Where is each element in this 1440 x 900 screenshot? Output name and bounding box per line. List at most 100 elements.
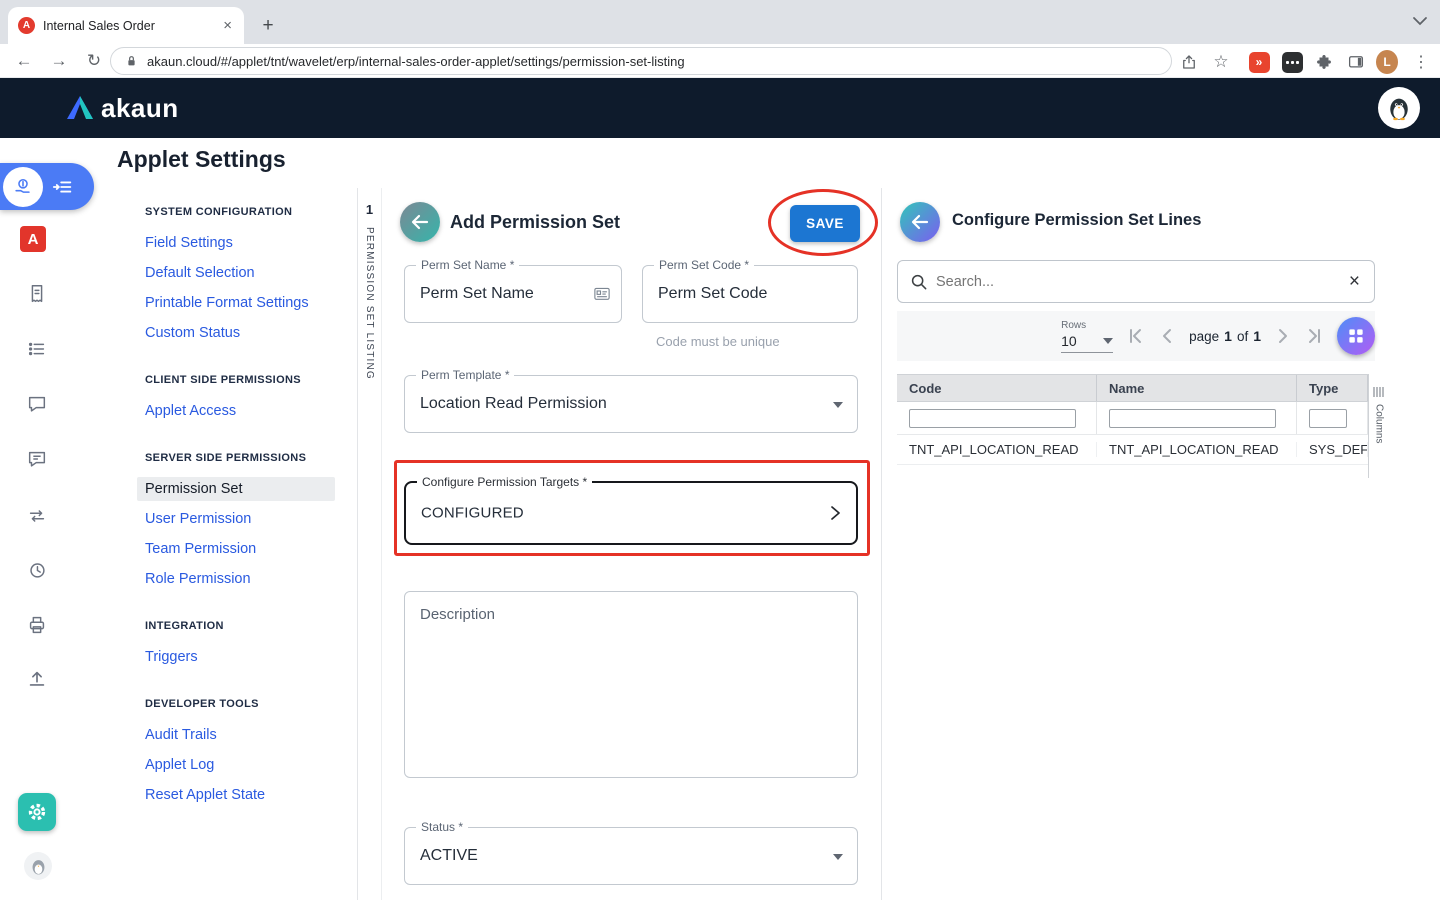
prev-page-button[interactable] (1157, 326, 1177, 346)
configure-permission-set-lines-panel: Configure Permission Set Lines × Rows 10… (882, 188, 1440, 900)
extension-red-icon[interactable]: » (1248, 51, 1270, 73)
grid-view-toggle-button[interactable] (1337, 317, 1375, 355)
sidebar-item-default-selection[interactable]: Default Selection (137, 261, 335, 285)
vertical-tab-number: 1 (358, 202, 381, 217)
app-navbar: akaun (0, 78, 1440, 138)
list-icon[interactable] (26, 338, 48, 360)
filter-name-input[interactable] (1109, 409, 1276, 428)
page-title: Applet Settings (117, 146, 286, 173)
grid-icon (1347, 327, 1365, 345)
cell-type: SYS_DEF_ (1297, 442, 1368, 457)
chat-icon[interactable] (26, 393, 48, 415)
form-back-button[interactable] (400, 202, 440, 242)
history-icon[interactable] (26, 559, 48, 581)
perm-template-select[interactable]: Perm Template * Location Read Permission (404, 375, 858, 433)
forward-button[interactable]: → (45, 44, 73, 78)
browser-menu-kebab-icon[interactable]: ⋮ (1410, 51, 1432, 73)
perm-template-value: Location Read Permission (420, 395, 607, 413)
code-unique-hint: Code must be unique (656, 334, 780, 349)
sidebar-item-role-permission[interactable]: Role Permission (137, 567, 335, 591)
sidebar-item-permission-set[interactable]: Permission Set (137, 477, 335, 501)
share-icon[interactable] (1178, 51, 1200, 73)
bookmark-star-icon[interactable]: ☆ (1210, 51, 1232, 73)
browser-tab[interactable]: A Internal Sales Order × (8, 7, 244, 44)
sidebar-item-reset-applet-state[interactable]: Reset Applet State (137, 783, 335, 807)
panel-back-button[interactable] (900, 202, 940, 242)
sidebar-item-custom-status[interactable]: Custom Status (137, 321, 335, 345)
drag-handle-icon (1372, 386, 1386, 398)
first-page-button[interactable] (1125, 326, 1145, 346)
permission-lines-table: Code Name Type TNT_API_LOCATION_READ TNT… (897, 374, 1368, 465)
browser-toolbar: ← → ↻ akaun.cloud/#/applet/tnt/wavelet/e… (0, 44, 1440, 78)
user-avatar-penguin[interactable] (1378, 87, 1420, 129)
vertical-tab-permission-set-listing[interactable]: 1 PERMISSION SET LISTING (357, 188, 382, 900)
perm-set-code-field[interactable]: Perm Set Code * Perm Set Code (642, 265, 858, 323)
reload-button[interactable]: ↻ (80, 44, 108, 78)
tab-close-icon[interactable]: × (219, 17, 236, 34)
rows-label: Rows (1061, 320, 1113, 331)
description-textarea[interactable]: Description (404, 591, 858, 778)
filter-code-input[interactable] (909, 409, 1076, 428)
sidebar-item-applet-access[interactable]: Applet Access (137, 399, 335, 423)
back-button[interactable]: ← (10, 44, 38, 78)
section-header-developer-tools: DEVELOPER TOOLS (137, 698, 335, 710)
save-button[interactable]: SAVE (790, 205, 860, 242)
invoice-icon[interactable] (26, 283, 48, 305)
akaun-logo[interactable]: akaun (66, 93, 179, 124)
header-name: Name (1097, 375, 1297, 401)
next-page-button[interactable] (1273, 326, 1293, 346)
extension-dark-icon[interactable] (1281, 51, 1303, 73)
upload-icon[interactable] (26, 668, 48, 690)
transfer-pill-widget[interactable] (0, 163, 94, 210)
settings-gear-button[interactable] (18, 793, 56, 831)
extensions-puzzle-icon[interactable] (1313, 51, 1335, 73)
rows-per-page-select[interactable]: Rows 10 (1061, 320, 1113, 353)
status-label: Status * (416, 820, 468, 834)
page-current: 1 (1224, 328, 1232, 344)
sidebar-item-applet-log[interactable]: Applet Log (137, 753, 335, 777)
columns-config-handle[interactable]: Columns (1368, 374, 1389, 478)
penguin-shortcut[interactable] (24, 852, 52, 880)
page-indicator: page1of1 (1189, 328, 1261, 344)
perm-set-code-value: Perm Set Code (658, 285, 767, 303)
badge-picker-icon[interactable] (593, 285, 611, 303)
sidebar-item-field-settings[interactable]: Field Settings (137, 231, 335, 255)
sidebar-item-audit-trails[interactable]: Audit Trails (137, 723, 335, 747)
sidebar-item-user-permission[interactable]: User Permission (137, 507, 335, 531)
search-box[interactable]: × (897, 260, 1375, 303)
side-panel-icon[interactable] (1345, 51, 1367, 73)
browser-profile-avatar[interactable]: L (1376, 51, 1398, 73)
table-row[interactable]: TNT_API_LOCATION_READ TNT_API_LOCATION_R… (897, 435, 1368, 465)
url-bar[interactable]: akaun.cloud/#/applet/tnt/wavelet/erp/int… (110, 47, 1172, 75)
search-input[interactable] (936, 274, 1347, 290)
search-icon (910, 273, 928, 291)
filter-type-input[interactable] (1309, 409, 1347, 428)
new-tab-button[interactable]: + (254, 12, 282, 40)
sidebar-item-team-permission[interactable]: Team Permission (137, 537, 335, 561)
tab-title: Internal Sales Order (43, 19, 219, 33)
search-clear-icon[interactable]: × (1347, 271, 1362, 293)
sidebar-item-triggers[interactable]: Triggers (137, 645, 335, 669)
chevron-right-icon (828, 505, 842, 521)
arrow-left-icon (910, 212, 930, 232)
pdf-shortcut-icon[interactable]: A (20, 226, 46, 252)
print-icon[interactable] (26, 614, 48, 636)
perm-set-code-label: Perm Set Code * (654, 258, 754, 272)
status-select[interactable]: Status * ACTIVE (404, 827, 858, 885)
menu-arrow-icon (51, 176, 75, 198)
configure-permission-targets-field[interactable]: Configure Permission Targets * CONFIGURE… (404, 481, 858, 545)
chat-icon-2[interactable] (26, 448, 48, 470)
perm-set-name-label: Perm Set Name * (416, 258, 519, 272)
section-header-system-configuration: SYSTEM CONFIGURATION (137, 206, 335, 218)
cell-code: TNT_API_LOCATION_READ (897, 442, 1097, 457)
status-value: ACTIVE (420, 847, 478, 865)
lock-icon (123, 53, 140, 70)
sidebar-item-printable-format-settings[interactable]: Printable Format Settings (137, 291, 335, 315)
last-page-button[interactable] (1305, 326, 1325, 346)
panel-title: Configure Permission Set Lines (952, 211, 1201, 230)
browser-tabstrip: A Internal Sales Order × + (0, 0, 1440, 44)
swap-icon[interactable] (26, 505, 48, 527)
section-header-client-side-permissions: CLIENT SIDE PERMISSIONS (137, 374, 335, 386)
window-chevron-icon[interactable] (1412, 14, 1428, 28)
perm-set-name-field[interactable]: Perm Set Name * Perm Set Name (404, 265, 622, 323)
